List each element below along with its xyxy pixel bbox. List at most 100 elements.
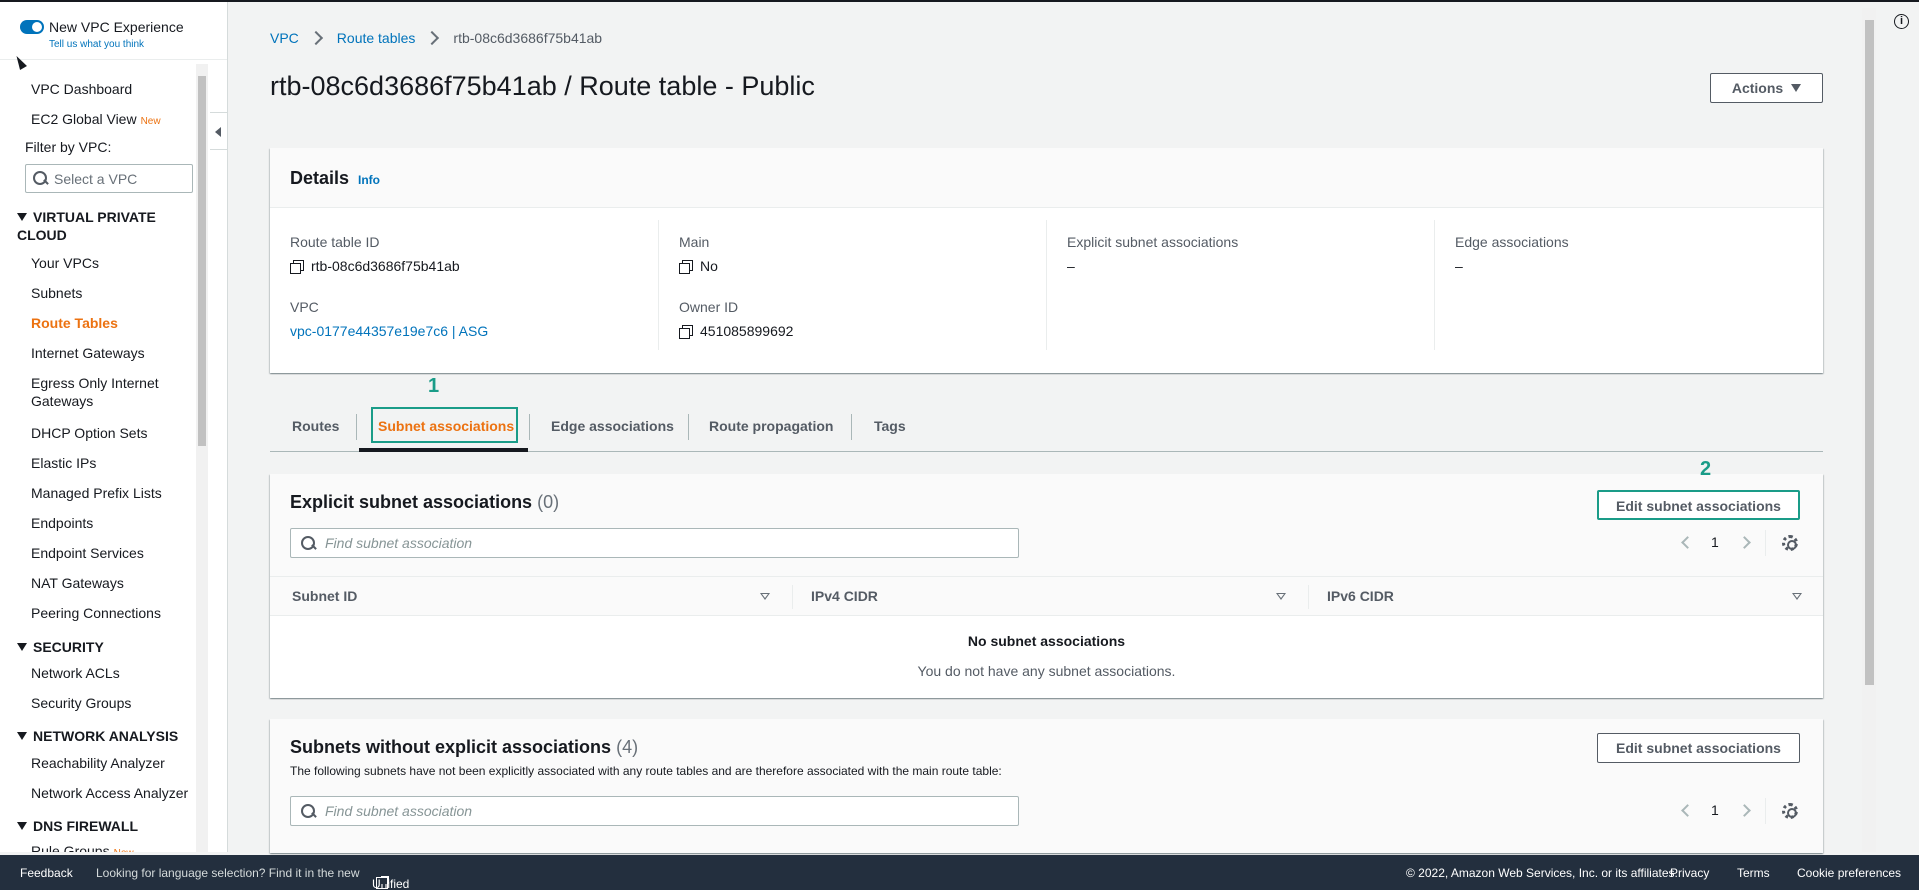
sidebar-item-internet-gateways[interactable]: Internet Gateways	[31, 344, 201, 362]
sort-icon[interactable]	[1792, 593, 1802, 600]
column-divider	[1046, 220, 1047, 350]
sidebar-item-network-access-analyzer[interactable]: Network Access Analyzer	[31, 784, 201, 802]
sidebar-item-your-vpcs[interactable]: Your VPCs	[31, 254, 201, 272]
tab-separator	[851, 414, 852, 440]
section-label: NETWORK ANALYSIS	[33, 728, 179, 744]
sidebar-item-elastic-ips[interactable]: Elastic IPs	[31, 454, 201, 472]
sidebar-item-nat-gateways[interactable]: NAT Gateways	[31, 574, 201, 592]
sidebar-item-dhcp-option-sets[interactable]: DHCP Option Sets	[31, 424, 201, 442]
main-scrollbar[interactable]	[1862, 8, 1876, 852]
sidebar-item-vpc-dashboard[interactable]: VPC Dashboard	[31, 80, 201, 98]
sidebar-item-rule-groups[interactable]: Rule Groups New	[31, 842, 201, 852]
vpc-label: VPC	[290, 299, 319, 315]
edge-associations-value: –	[1455, 258, 1463, 274]
sidebar-item-security-groups[interactable]: Security Groups	[31, 694, 201, 712]
previous-page-icon[interactable]	[1681, 536, 1694, 549]
copy-icon[interactable]	[290, 259, 304, 274]
active-tab-indicator	[359, 448, 528, 452]
page-number[interactable]: 1	[1711, 802, 1719, 818]
sidebar-item-egress-only-gateways[interactable]: Egress Only Internet Gateways	[31, 374, 171, 410]
feedback-link[interactable]: Feedback	[20, 866, 73, 880]
search-icon	[301, 536, 315, 550]
pager-separator	[1765, 530, 1766, 556]
page-number[interactable]: 1	[1711, 534, 1719, 550]
section-security[interactable]: SECURITY	[17, 638, 197, 656]
sidebar-item-peering-connections[interactable]: Peering Connections	[31, 604, 201, 622]
edit-subnet-associations-button[interactable]: Edit subnet associations	[1597, 733, 1800, 763]
owner-id-label: Owner ID	[679, 299, 739, 315]
breadcrumb-route-tables[interactable]: Route tables	[337, 30, 416, 46]
privacy-link[interactable]: Privacy	[1670, 866, 1709, 880]
actions-dropdown-button[interactable]: Actions	[1710, 73, 1823, 103]
sidebar-item-reachability-analyzer[interactable]: Reachability Analyzer	[31, 754, 201, 772]
sidebar-scrollbar[interactable]	[196, 64, 208, 852]
section-virtual-private-cloud[interactable]: VIRTUAL PRIVATE CLOUD	[17, 208, 197, 244]
sidebar-item-route-tables[interactable]: Route Tables	[31, 314, 201, 332]
sidebar-item-network-acls[interactable]: Network ACLs	[31, 664, 201, 682]
feedback-link[interactable]: Tell us what you think	[49, 39, 144, 50]
column-divider	[792, 585, 793, 609]
next-page-icon[interactable]	[1738, 536, 1751, 549]
chevron-right-icon	[308, 30, 323, 46]
settings-gear-icon[interactable]	[1782, 535, 1798, 551]
copy-icon[interactable]	[679, 259, 693, 274]
settings-gear-icon[interactable]	[1782, 803, 1798, 819]
filter-by-vpc-label: Filter by VPC:	[25, 139, 112, 155]
empty-state-description: You do not have any subnet associations.	[917, 663, 1176, 679]
tab-separator	[688, 414, 689, 440]
breadcrumb-vpc[interactable]: VPC	[270, 30, 299, 46]
implicit-panel-description: The following subnets have not been expl…	[290, 764, 1002, 778]
collapse-sidebar-button[interactable]	[210, 112, 228, 150]
sort-icon[interactable]	[760, 593, 770, 600]
info-link[interactable]: Info	[358, 173, 380, 187]
column-header-ipv6-cidr[interactable]: IPv6 CIDR	[1327, 588, 1394, 604]
column-header-subnet-id[interactable]: Subnet ID	[292, 588, 357, 604]
annotation-step-1: 1	[428, 375, 440, 397]
sort-icon[interactable]	[1276, 593, 1286, 600]
cookie-preferences-link[interactable]: Cookie preferences	[1797, 866, 1901, 880]
section-network-analysis[interactable]: NETWORK ANALYSIS	[17, 727, 197, 745]
tab-edge-associations[interactable]: Edge associations	[551, 402, 674, 450]
info-panel-icon[interactable]: i	[1894, 14, 1909, 29]
tab-routes[interactable]: Routes	[292, 402, 339, 450]
owner-id-value: 451085899692	[679, 323, 793, 339]
terms-link[interactable]: Terms	[1737, 866, 1770, 880]
panel-count: (0)	[537, 492, 560, 512]
new-experience-toggle[interactable]	[20, 20, 44, 34]
section-dns-firewall[interactable]: DNS FIREWALL	[17, 817, 197, 835]
vpc-link[interactable]: vpc-0177e44357e19e7c6 | ASG	[290, 323, 488, 339]
edit-subnet-associations-button[interactable]: Edit subnet associations	[1597, 490, 1800, 520]
owner-id-text: 451085899692	[700, 323, 794, 339]
copy-icon[interactable]	[679, 324, 693, 339]
vpc-filter-select[interactable]: Select a VPC	[25, 164, 193, 193]
tab-route-propagation[interactable]: Route propagation	[709, 402, 833, 450]
collapse-triangle-icon	[17, 822, 27, 830]
explicit-associations-value: –	[1067, 258, 1075, 274]
previous-page-icon[interactable]	[1681, 804, 1694, 817]
main-scroll-thumb[interactable]	[1865, 20, 1874, 685]
annotation-step-2: 2	[1700, 458, 1712, 480]
find-subnet-association-input[interactable]: Find subnet association	[290, 528, 1019, 558]
next-page-icon[interactable]	[1738, 804, 1751, 817]
column-header-ipv4-cidr[interactable]: IPv4 CIDR	[811, 588, 878, 604]
breadcrumb-current: rtb-08c6d3686f75b41ab	[453, 30, 603, 46]
route-table-id-label: Route table ID	[290, 234, 380, 250]
explicit-associations-label: Explicit subnet associations	[1067, 234, 1239, 250]
empty-state-title: No subnet associations	[967, 633, 1126, 649]
sidebar-item-endpoint-services[interactable]: Endpoint Services	[31, 544, 201, 562]
tab-tags[interactable]: Tags	[874, 402, 906, 450]
sidebar-scroll-thumb[interactable]	[198, 76, 206, 446]
actions-label: Actions	[1731, 80, 1784, 96]
sidebar-item-endpoints[interactable]: Endpoints	[31, 514, 201, 532]
page-title: rtb-08c6d3686f75b41ab / Route table - Pu…	[270, 71, 815, 101]
chevron-right-icon	[425, 30, 440, 46]
find-subnet-association-input[interactable]: Find subnet association	[290, 796, 1019, 826]
sidebar-item-subnets[interactable]: Subnets	[31, 284, 201, 302]
language-message: Looking for language selection? Find it …	[96, 866, 360, 880]
sidebar-item-managed-prefix-lists[interactable]: Managed Prefix Lists	[31, 484, 201, 502]
column-divider	[1434, 220, 1435, 350]
copyright: © 2022, Amazon Web Services, Inc. or its…	[1406, 866, 1678, 880]
breadcrumb: VPC Route tables rtb-08c6d3686f75b41ab	[270, 30, 602, 46]
tab-separator	[356, 414, 357, 440]
sidebar-item-ec2-global-view[interactable]: EC2 Global View New	[31, 110, 201, 131]
